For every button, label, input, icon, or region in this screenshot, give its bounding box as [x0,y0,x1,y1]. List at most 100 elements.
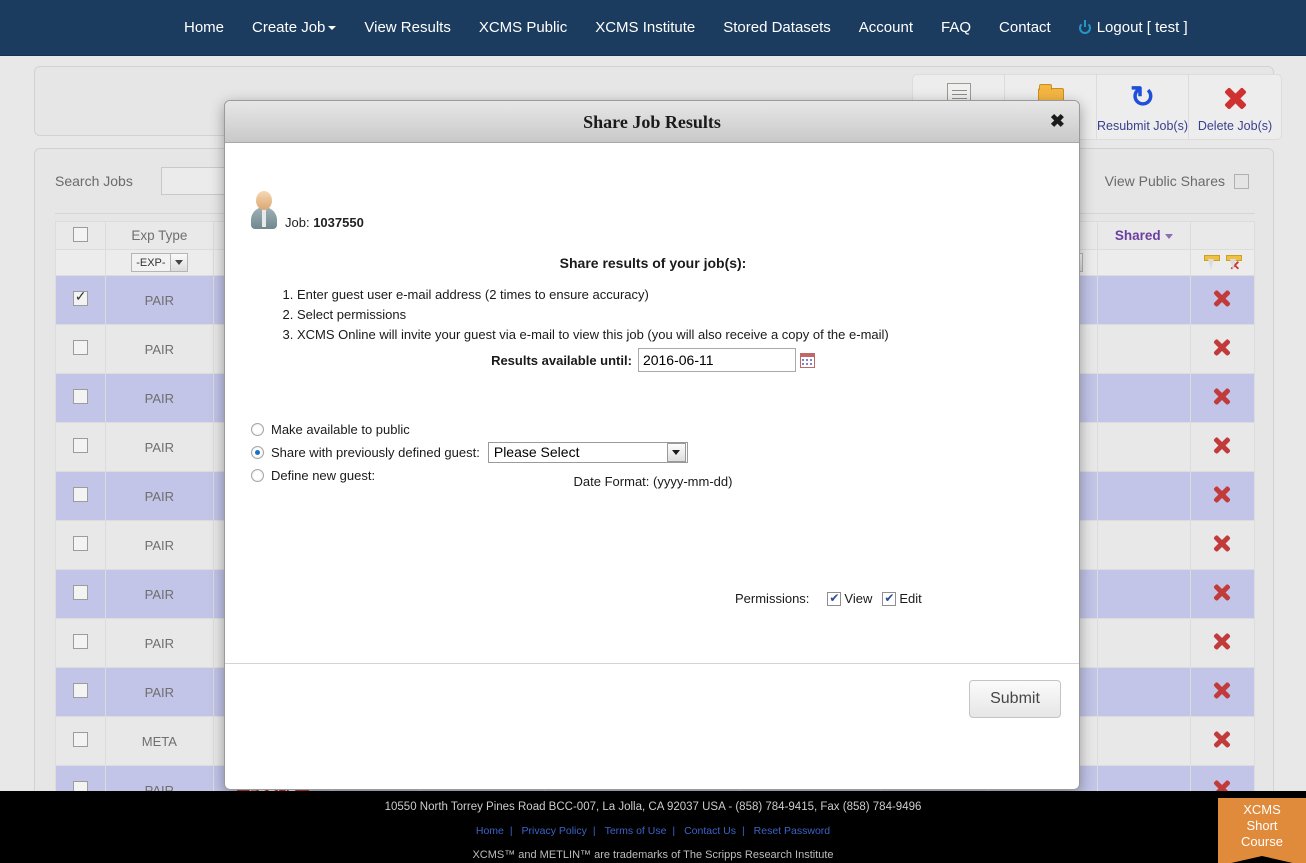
row-checkbox-cell[interactable] [55,275,106,325]
delete-row-icon[interactable] [1211,435,1233,457]
row-checkbox[interactable] [72,438,88,453]
filter-exp-type[interactable]: -EXP- [104,249,215,276]
row-delete[interactable] [1189,275,1256,325]
nav-item-create-job[interactable]: Create Job [238,0,350,56]
row-checkbox-cell[interactable] [55,373,106,423]
footer-link-home[interactable]: Home [476,825,504,837]
toolbar-button-resubmit[interactable]: ↻ Resubmit Job(s) [1097,75,1189,139]
share-options: Make available to public Share with prev… [251,419,688,485]
delete-row-icon[interactable] [1211,288,1233,310]
row-checkbox[interactable] [72,536,88,551]
nav-items: Home Create Job View Results XCMS Public… [0,0,1306,56]
short-course-line-3: Course [1241,834,1283,849]
permission-view-checkbox[interactable] [827,590,842,606]
nav-item-xcms-institute[interactable]: XCMS Institute [581,0,709,56]
row-delete[interactable] [1189,569,1256,619]
nav-item-view-results[interactable]: View Results [350,0,464,56]
footer-address: 10550 North Torrey Pines Road BCC-007, L… [384,801,922,813]
row-exp-type: PAIR [104,373,215,423]
modal-header: Share Job Results ✖ [225,101,1079,143]
row-exp-type: PAIR [104,569,215,619]
row-checkbox-cell[interactable] [55,422,106,472]
row-delete[interactable] [1189,471,1256,521]
row-shared [1096,618,1191,668]
row-delete[interactable] [1189,422,1256,472]
submit-button[interactable]: Submit [969,680,1061,718]
delete-row-icon[interactable] [1211,680,1233,702]
radio-existing-guest[interactable] [251,445,264,459]
row-checkbox[interactable] [72,683,88,698]
row-delete[interactable] [1189,618,1256,668]
nav-item-account[interactable]: Account [845,0,927,56]
delete-row-icon[interactable] [1211,631,1233,653]
radio-make-public[interactable] [251,422,264,436]
delete-row-icon[interactable] [1211,484,1233,506]
option-label: Share with previously defined guest: [271,444,480,460]
footer-link-contact-us[interactable]: Contact Us [684,825,736,837]
row-delete[interactable] [1189,324,1256,374]
short-course-banner[interactable]: XCMS Short Course [1218,798,1306,863]
option-make-public[interactable]: Make available to public [251,419,688,439]
filter-shared[interactable] [1096,249,1191,276]
modal-footer: Submit [225,663,1079,747]
row-exp-type: META [104,716,215,766]
row-delete[interactable] [1189,373,1256,423]
row-checkbox[interactable] [72,487,88,502]
option-new-guest[interactable]: Define new guest: [251,465,688,485]
nav-item-home[interactable]: Home [170,0,238,56]
header-shared[interactable]: Shared [1096,221,1191,250]
guest-select[interactable]: Please Select [487,441,688,463]
chevron-down-icon [666,442,686,462]
option-existing-guest[interactable]: Share with previously defined guest: Ple… [251,439,688,465]
delete-row-icon[interactable] [1211,533,1233,555]
delete-row-icon[interactable] [1211,386,1233,408]
select-all-checkbox[interactable] [72,226,88,242]
footer-links: Home | Privacy Policy | Terms of Use | Cont… [0,813,1306,837]
header-select-all[interactable] [55,221,106,250]
row-checkbox[interactable] [72,340,88,355]
row-checkbox-cell[interactable] [55,618,106,668]
row-checkbox-cell[interactable] [55,471,106,521]
option-label: Define new guest: [271,467,376,483]
share-steps: Enter guest user e-mail address (2 times… [275,285,889,345]
footer-link-terms-of-use[interactable]: Terms of Use [605,825,667,837]
row-exp-type: PAIR [104,275,215,325]
share-step: Select permissions [297,305,889,325]
nav-item-contact[interactable]: Contact [985,0,1065,56]
nav-item-faq[interactable]: FAQ [927,0,985,56]
row-delete[interactable] [1189,667,1256,717]
row-checkbox-cell[interactable] [55,667,106,717]
public-shares-checkbox[interactable] [1234,174,1249,189]
expiry-date-input[interactable] [637,348,796,372]
row-shared [1096,667,1191,717]
close-icon[interactable]: ✖ [1050,112,1065,130]
radio-new-guest[interactable] [251,468,264,482]
row-checkbox[interactable] [72,732,88,747]
row-exp-type: PAIR [104,520,215,570]
calendar-icon[interactable] [799,352,815,368]
header-exp-type[interactable]: Exp Type [104,221,215,250]
nav-item-xcms-public[interactable]: XCMS Public [465,0,581,56]
toolbar-button-delete[interactable]: Delete Job(s) [1189,75,1281,139]
delete-row-icon[interactable] [1211,337,1233,359]
row-checkbox[interactable] [72,389,88,404]
footer-link-privacy-policy[interactable]: Privacy Policy [522,825,587,837]
footer-link-reset-password[interactable]: Reset Password [754,825,830,837]
row-delete[interactable] [1189,520,1256,570]
nav-item-logout[interactable]: Logout [ test ] [1065,0,1202,56]
row-checkbox-cell[interactable] [55,324,106,374]
row-checkbox-cell[interactable] [55,569,106,619]
row-checkbox-cell[interactable] [55,716,106,766]
job-id: 1037550 [313,215,364,230]
row-delete[interactable] [1189,716,1256,766]
permission-edit-checkbox[interactable] [882,590,897,606]
row-checkbox-cell[interactable] [55,520,106,570]
delete-row-icon[interactable] [1211,582,1233,604]
nav-item-stored-datasets[interactable]: Stored Datasets [709,0,845,56]
row-checkbox[interactable] [72,585,88,600]
row-checkbox[interactable] [72,288,88,306]
filter-apply-icon[interactable] [1204,254,1221,271]
delete-row-icon[interactable] [1211,729,1233,751]
filter-clear-icon[interactable]: ✕ [1226,254,1243,272]
row-checkbox[interactable] [72,634,88,649]
